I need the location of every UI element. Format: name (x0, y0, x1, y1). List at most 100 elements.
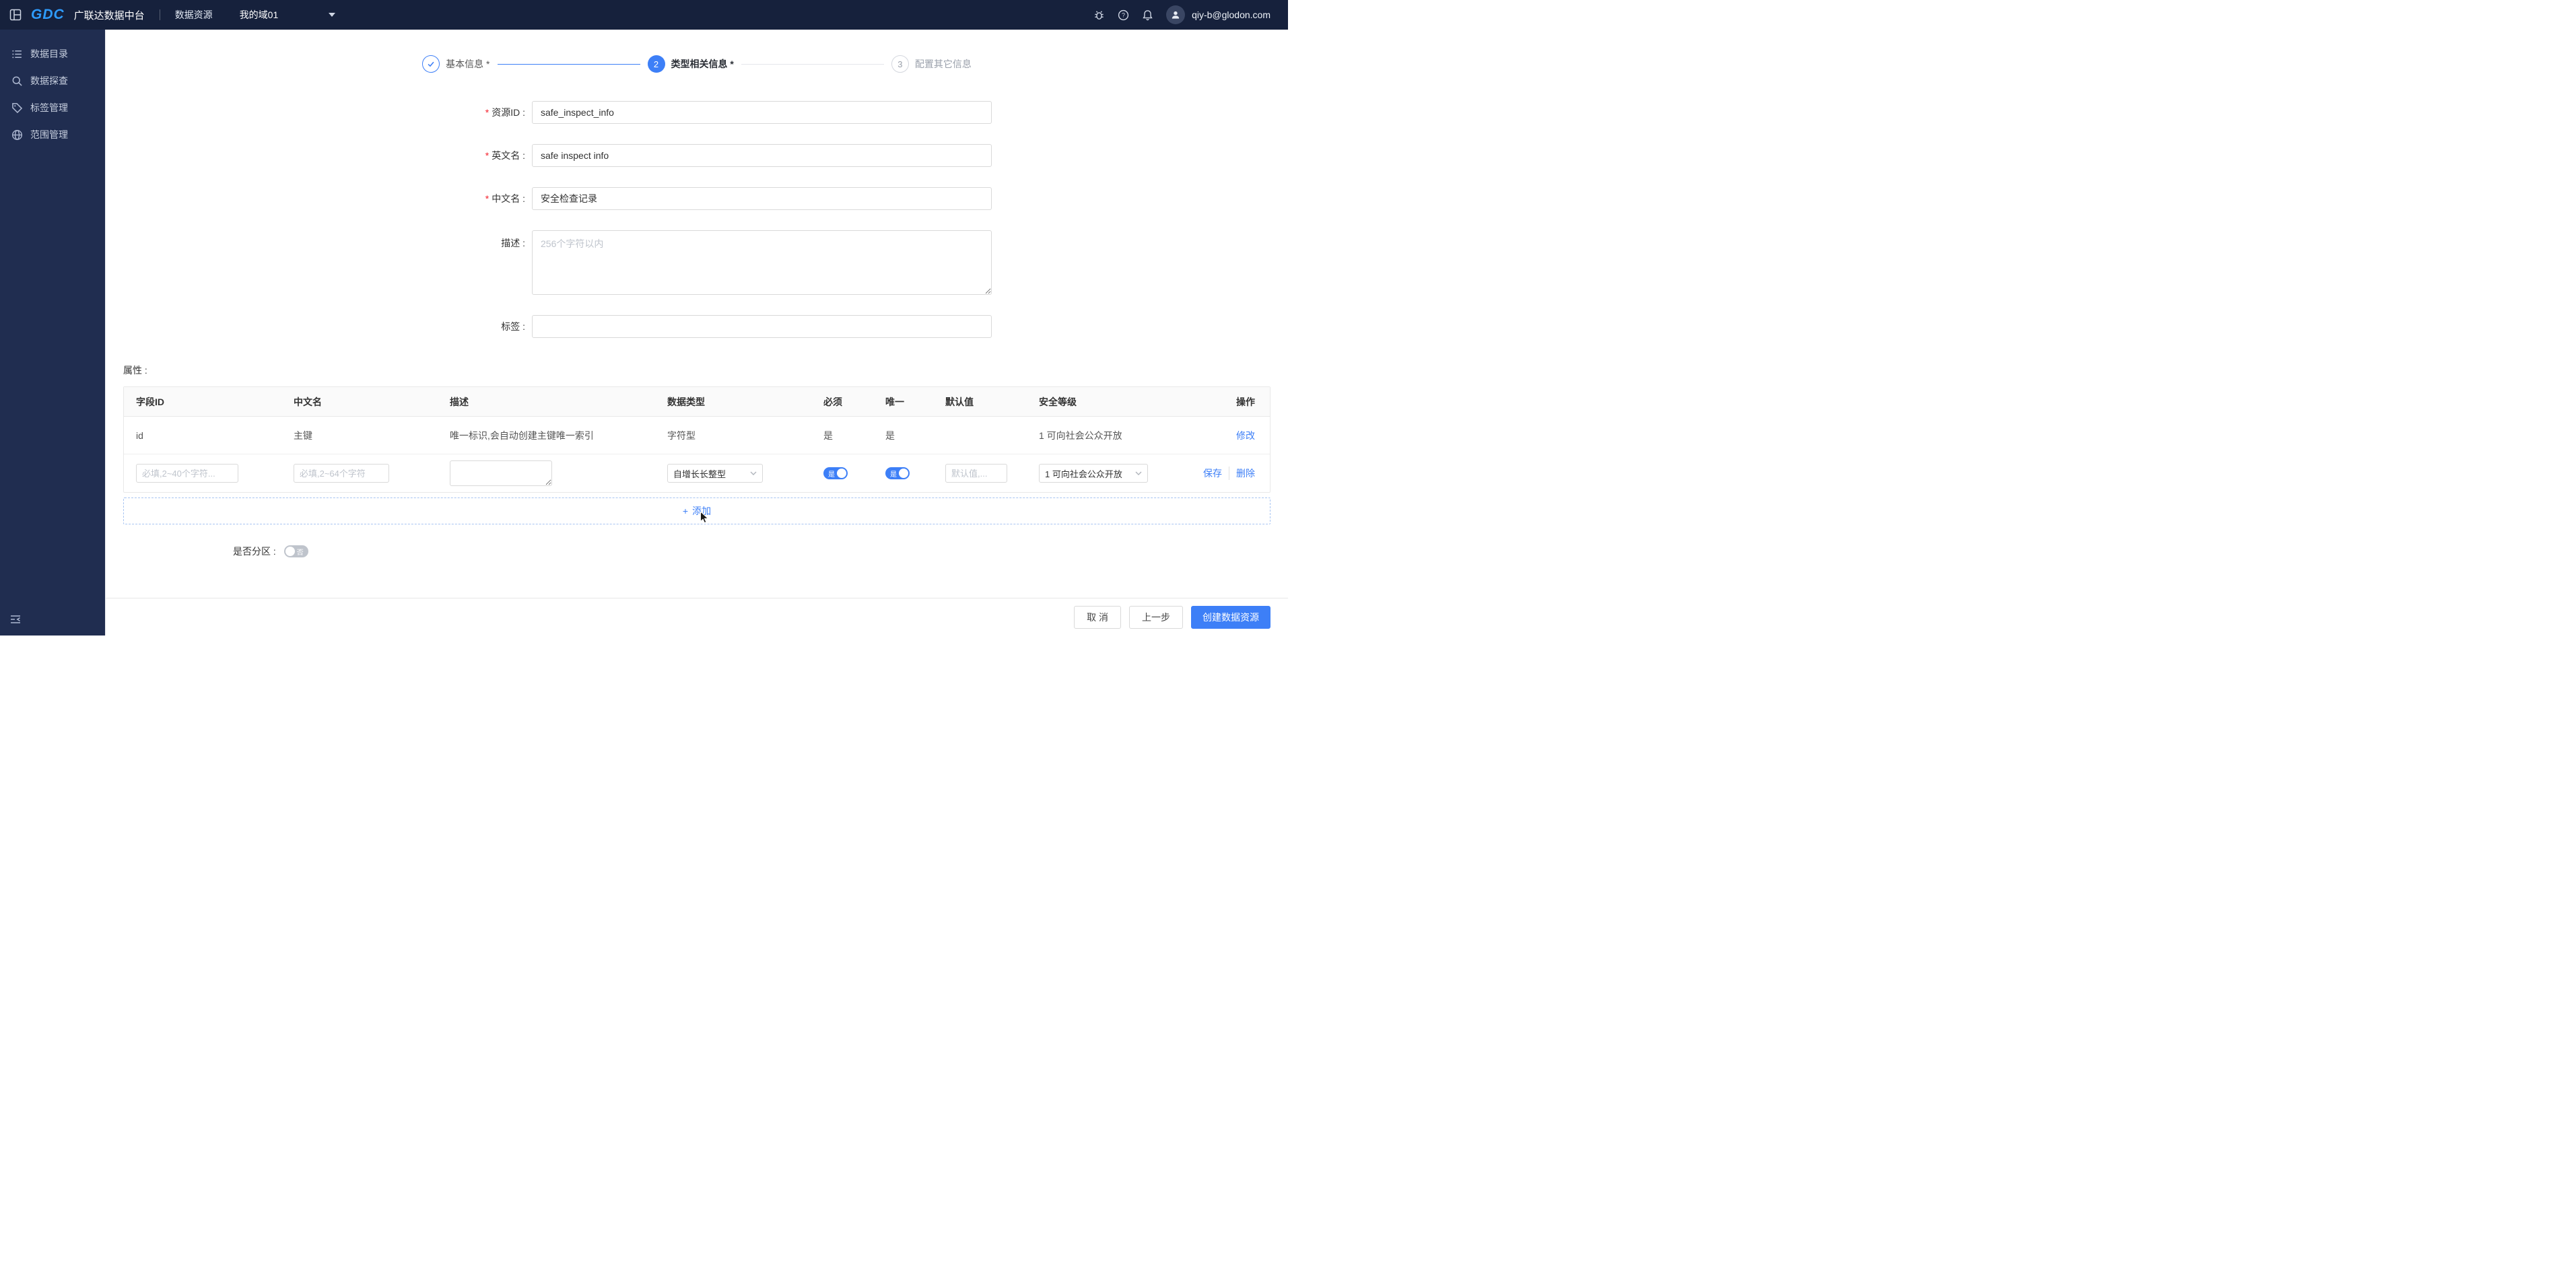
step-connector (741, 63, 884, 65)
step-label: 基本信息 * (446, 59, 490, 69)
step-type-info[interactable]: 2 类型相关信息 * (647, 55, 734, 73)
notification-bell-icon[interactable] (1142, 9, 1153, 21)
steps-indicator: 基本信息 * 2 类型相关信息 * 3 配置其它信息 (106, 55, 1288, 73)
chevron-down-icon (328, 13, 335, 17)
chevron-down-icon (1135, 471, 1142, 475)
app-title: 广联达数据中台 (73, 9, 145, 22)
sidebar-collapse-button[interactable] (9, 613, 22, 627)
create-resource-button[interactable]: 创建数据资源 (1191, 605, 1270, 629)
attributes-section: 属性 : 字段ID 中文名 描述 数据类型 必须 唯一 默认值 安全等级 操作 … (106, 364, 1288, 558)
step-number: 3 (891, 55, 909, 73)
avatar (1166, 5, 1186, 24)
security-level-select[interactable]: 1 可向社会公众开放 (1039, 464, 1148, 483)
sidebar-item-label: 范围管理 (30, 129, 68, 140)
col-header: 唯一 (885, 396, 904, 407)
col-header: 必须 (823, 396, 842, 407)
tag-label: 标签 : (501, 321, 525, 332)
col-header: 数据类型 (667, 396, 705, 407)
required-toggle[interactable]: 是 (823, 467, 848, 479)
tag-icon (11, 102, 23, 114)
table-row: id 主键 唯一标识,会自动创建主键唯一索引 字符型 是 是 1 可向社会公众开… (124, 417, 1270, 454)
attributes-title: 属性 : (123, 365, 147, 376)
english-name-label: * 英文名 : (485, 150, 525, 161)
step-connector (497, 63, 640, 65)
required-mark: * (485, 193, 489, 204)
edit-row-link[interactable]: 修改 (1236, 429, 1255, 442)
footer-action-bar: 取 消 上一步 创建数据资源 (106, 598, 1288, 636)
description-label: 描述 : (501, 238, 525, 248)
resource-id-input[interactable] (532, 101, 992, 124)
data-type-cell: 字符型 (667, 430, 696, 441)
cancel-button[interactable]: 取 消 (1074, 605, 1121, 629)
col-header: 默认值 (945, 396, 974, 407)
col-header: 操作 (1236, 396, 1255, 407)
description-cell: 唯一标识,会自动创建主键唯一索引 (450, 430, 594, 441)
sidebar-item-label: 数据探查 (30, 75, 68, 86)
unique-cell: 是 (885, 430, 895, 441)
step-number: 2 (647, 55, 665, 73)
toggle-knob (899, 469, 908, 478)
sidebar-item-data-catalog[interactable]: 数据目录 (0, 40, 105, 67)
fields-table: 字段ID 中文名 描述 数据类型 必须 唯一 默认值 安全等级 操作 id 主键… (123, 386, 1270, 493)
required-mark: * (485, 150, 489, 161)
step-basic-info[interactable]: 基本信息 * (422, 55, 490, 73)
col-header: 中文名 (294, 396, 322, 407)
plus-icon: + (682, 506, 689, 516)
delete-row-link[interactable]: 删除 (1229, 467, 1255, 480)
col-header: 描述 (450, 396, 469, 407)
chinese-name-cell: 主键 (294, 430, 312, 441)
apps-menu-icon[interactable] (9, 9, 22, 21)
check-circle-icon (422, 55, 440, 73)
chevron-down-icon (750, 471, 757, 475)
new-field-id-input[interactable] (136, 464, 238, 483)
required-mark: * (485, 107, 489, 118)
account-menu[interactable]: qiy-b@glodon.com (1166, 5, 1270, 24)
new-chinese-name-input[interactable] (294, 464, 389, 483)
toggle-knob (285, 547, 295, 556)
step-other-config[interactable]: 3 配置其它信息 (891, 55, 972, 73)
security-level-cell: 1 可向社会公众开放 (1039, 430, 1122, 441)
data-catalog-icon (11, 48, 23, 60)
description-textarea[interactable] (532, 230, 992, 295)
data-type-select[interactable]: 自增长长整型 (667, 464, 763, 483)
sidebar: 数据目录 数据探查 标签管理 范围管理 (0, 30, 105, 636)
domain-selector[interactable]: 我的域01 (240, 8, 335, 22)
main-content: 基本信息 * 2 类型相关信息 * 3 配置其它信息 *资源ID : *英文名 … (105, 30, 1288, 636)
chinese-name-label: * 中文名 : (485, 193, 525, 204)
help-icon[interactable]: ? (1118, 9, 1129, 21)
unique-toggle[interactable]: 是 (885, 467, 910, 479)
toggle-knob (837, 469, 846, 478)
table-header-row: 字段ID 中文名 描述 数据类型 必须 唯一 默认值 安全等级 操作 (124, 387, 1270, 417)
table-edit-row: 自增长长整型 是 是 (124, 454, 1270, 492)
sidebar-item-scope-management[interactable]: 范围管理 (0, 121, 105, 148)
resource-form: *资源ID : *英文名 : *中文名 : 描述 : 标签 : (394, 101, 1000, 338)
partition-toggle[interactable]: 否 (283, 545, 308, 557)
col-header: 安全等级 (1039, 396, 1077, 407)
domain-label: 我的域01 (239, 9, 279, 20)
sidebar-item-data-explore[interactable]: 数据探查 (0, 67, 105, 94)
save-row-link[interactable]: 保存 (1203, 467, 1222, 480)
tag-input[interactable] (532, 315, 992, 338)
col-header: 字段ID (136, 396, 164, 407)
chinese-name-input[interactable] (532, 187, 992, 210)
step-label: 配置其它信息 (914, 59, 972, 69)
partition-label: 是否分区 : (233, 546, 276, 557)
topbar: GDC 广联达数据中台 数据资源 我的域01 ? qiy-b@glodon.co… (0, 0, 1288, 30)
english-name-input[interactable] (532, 144, 992, 167)
previous-step-button[interactable]: 上一步 (1129, 605, 1183, 629)
user-email: qiy-b@glodon.com (1192, 9, 1270, 20)
sidebar-item-tag-management[interactable]: 标签管理 (0, 94, 105, 121)
step-label: 类型相关信息 * (671, 59, 734, 69)
new-default-value-input[interactable] (945, 464, 1007, 483)
required-cell: 是 (823, 430, 833, 441)
partition-row: 是否分区 : 否 (233, 545, 1270, 558)
data-explore-icon (11, 75, 23, 87)
brand-logo: GDC (31, 7, 65, 22)
bug-report-icon[interactable] (1093, 9, 1105, 21)
nav-data-resources[interactable]: 数据资源 (175, 8, 213, 22)
resource-id-label: * 资源ID : (485, 107, 525, 118)
globe-icon (11, 129, 23, 141)
add-field-button[interactable]: + 添加 (123, 497, 1270, 524)
new-description-textarea[interactable] (450, 460, 552, 486)
field-id-cell: id (136, 430, 143, 441)
